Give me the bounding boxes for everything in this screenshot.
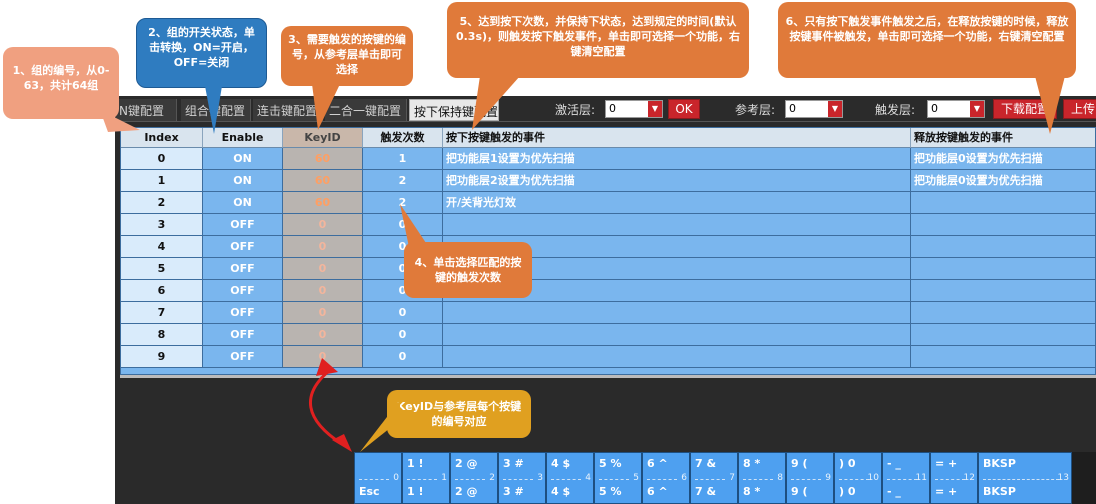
key-number: 3 xyxy=(537,473,543,483)
key-bottom-label: 7 & xyxy=(695,485,717,498)
key-6[interactable]: 6 ^ 6 6 ^ xyxy=(642,452,690,504)
key-number: 5 xyxy=(633,473,639,483)
key-divider xyxy=(359,479,389,480)
key-13[interactable]: BKSP 13 BKSP xyxy=(978,452,1072,504)
key-bottom-label: 1 ! xyxy=(407,485,424,498)
key-10[interactable]: ) 0 10 ) 0 xyxy=(834,452,882,504)
key-bottom-label: 5 % xyxy=(599,485,622,498)
key-7[interactable]: 7 & 7 7 & xyxy=(690,452,738,504)
key-top-label: BKSP xyxy=(983,457,1016,470)
key-divider xyxy=(983,479,1059,480)
key-top-label: 3 # xyxy=(503,457,524,470)
screenshot-root: N键配置 组合键配置 连击键配置 二合一键配置 按下保持键配置 激活层: 0 ▼… xyxy=(0,0,1096,504)
key-bottom-label: 6 ^ xyxy=(647,485,668,498)
key-bottom-label: = + xyxy=(935,485,958,498)
key-2[interactable]: 2 @ 2 2 @ xyxy=(450,452,498,504)
arrow-head-icon xyxy=(316,358,338,376)
key-number: 11 xyxy=(915,473,927,483)
key-number: 12 xyxy=(963,473,975,483)
key-divider xyxy=(599,479,629,480)
key-top-label: 8 * xyxy=(743,457,761,470)
key-5[interactable]: 5 % 5 5 % xyxy=(594,452,642,504)
pointer-arrow-icon xyxy=(360,400,400,452)
key-top-label: 6 ^ xyxy=(647,457,668,470)
key-number: 9 xyxy=(825,473,831,483)
key-number: 13 xyxy=(1057,473,1069,483)
key-divider xyxy=(647,479,677,480)
key-number: 8 xyxy=(777,473,783,483)
key-0[interactable]: 0 Esc xyxy=(354,452,402,504)
key-divider xyxy=(887,479,917,480)
double-arrow-curve xyxy=(309,368,343,446)
reference-keyboard: 0 Esc 1 ! 1 1 ! 2 @ 2 2 @ 3 # 3 3 # 4 $ 4 4 $ 5 % 5 5 % 6… xyxy=(354,452,1096,504)
key-divider xyxy=(455,479,485,480)
annotation-arrows xyxy=(100,76,1065,452)
pointer-arrow-icon xyxy=(400,204,432,252)
pointer-arrow-icon xyxy=(100,110,140,132)
key-top-label: 2 @ xyxy=(455,457,478,470)
pointer-arrow-icon xyxy=(312,84,340,130)
key-divider xyxy=(743,479,773,480)
key-number: 10 xyxy=(867,473,879,483)
key-bottom-label: 3 # xyxy=(503,485,524,498)
key-bottom-label: - _ xyxy=(887,485,901,498)
key-divider xyxy=(551,479,581,480)
key-number: 0 xyxy=(393,473,399,483)
key-divider xyxy=(791,479,821,480)
key-4[interactable]: 4 $ 4 4 $ xyxy=(546,452,594,504)
key-divider xyxy=(695,479,725,480)
pointer-arrow-icon xyxy=(472,76,520,130)
key-11[interactable]: - _ 11 - _ xyxy=(882,452,930,504)
key-top-label: = + xyxy=(935,457,958,470)
key-divider xyxy=(407,479,437,480)
key-bottom-label: 8 * xyxy=(743,485,761,498)
key-divider xyxy=(935,479,965,480)
key-top-label: 1 ! xyxy=(407,457,424,470)
key-1[interactable]: 1 ! 1 1 ! xyxy=(402,452,450,504)
key-bottom-label: BKSP xyxy=(983,485,1016,498)
key-top-label: 4 $ xyxy=(551,457,571,470)
pointer-arrow-icon xyxy=(205,86,222,134)
key-3[interactable]: 3 # 3 3 # xyxy=(498,452,546,504)
key-top-label: 9 ( xyxy=(791,457,808,470)
key-top-label: 5 % xyxy=(599,457,622,470)
key-bottom-label: 9 ( xyxy=(791,485,808,498)
key-bottom-label: 4 $ xyxy=(551,485,571,498)
key-8[interactable]: 8 * 8 8 * xyxy=(738,452,786,504)
key-number: 1 xyxy=(441,473,447,483)
arrow-head-icon xyxy=(332,434,352,452)
key-top-label: ) 0 xyxy=(839,457,856,470)
key-bottom-label: 2 @ xyxy=(455,485,478,498)
key-bottom-label: Esc xyxy=(359,485,380,498)
key-divider xyxy=(839,479,869,480)
key-number: 2 xyxy=(489,473,495,483)
key-9[interactable]: 9 ( 9 9 ( xyxy=(786,452,834,504)
key-bottom-label: ) 0 xyxy=(839,485,856,498)
key-top-label: - _ xyxy=(887,457,901,470)
key-top-label: 7 & xyxy=(695,457,717,470)
key-12[interactable]: = + 12 = + xyxy=(930,452,978,504)
key-number: 7 xyxy=(729,473,735,483)
key-number: 6 xyxy=(681,473,687,483)
key-divider xyxy=(503,479,533,480)
pointer-arrow-icon xyxy=(1035,76,1065,134)
key-number: 4 xyxy=(585,473,591,483)
